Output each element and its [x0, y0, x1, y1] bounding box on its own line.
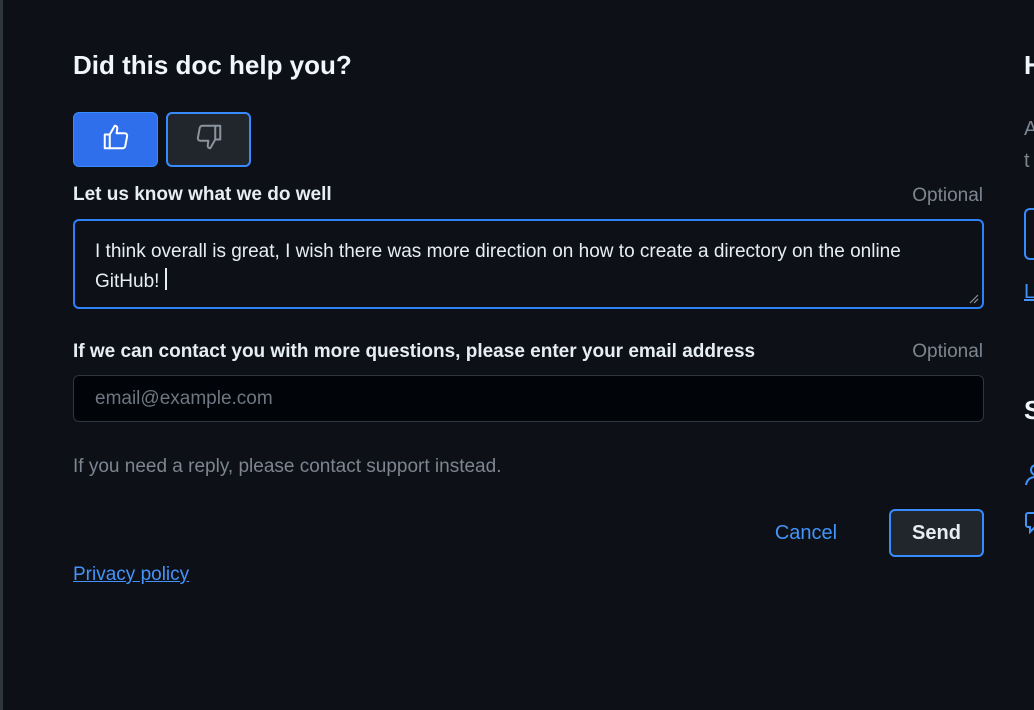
- email-input[interactable]: [73, 375, 984, 422]
- email-optional: Optional: [912, 341, 983, 362]
- email-label: If we can contact you with more question…: [73, 341, 756, 362]
- support-hint: If you need a reply, please contact supp…: [73, 456, 502, 477]
- well-textarea-value: I think overall is great, I wish there w…: [95, 241, 901, 292]
- sidebar-heading-2: S: [1024, 395, 1034, 425]
- privacy-policy-link[interactable]: Privacy policy: [73, 564, 189, 586]
- thumbs-down-icon: [194, 122, 224, 157]
- sidebar-link[interactable]: L: [1024, 281, 1034, 304]
- well-textarea[interactable]: I think overall is great, I wish there w…: [73, 219, 984, 309]
- sidebar-text-line-2: t: [1024, 150, 1030, 172]
- sidebar-heading-1: H: [1024, 50, 1034, 80]
- feedback-title: Did this doc help you?: [73, 50, 352, 80]
- thumbs-up-icon: [101, 122, 131, 157]
- well-optional: Optional: [912, 185, 983, 206]
- text-caret: [165, 268, 168, 290]
- well-label: Let us know what we do well: [73, 184, 332, 205]
- cancel-button[interactable]: Cancel: [760, 510, 852, 556]
- send-button[interactable]: Send: [889, 509, 984, 557]
- sidebar-text-line-1: A: [1024, 118, 1034, 140]
- left-divider: [0, 0, 3, 710]
- thumbs-down-button[interactable]: [166, 112, 251, 167]
- sidebar-button[interactable]: [1024, 208, 1034, 260]
- feedback-page: Did this doc help you? Let us know what …: [0, 0, 1034, 710]
- comment-icon[interactable]: [1024, 510, 1034, 539]
- resize-handle-icon[interactable]: [967, 292, 979, 304]
- person-icon[interactable]: [1024, 463, 1034, 492]
- thumbs-up-button[interactable]: [73, 112, 158, 167]
